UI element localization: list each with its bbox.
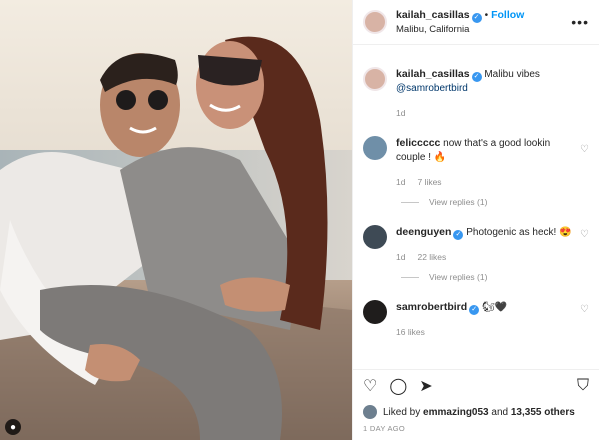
comment-username[interactable]: feliccccc	[396, 137, 440, 149]
separator-dot: •	[484, 9, 489, 21]
comment-meta: 1d 22 likes	[396, 250, 576, 264]
comment-like-heart-icon[interactable]: ♡	[580, 229, 589, 240]
comment-icon[interactable]: ◯	[389, 376, 407, 396]
instagram-post: ● kailah_casillas ✓ • Follow Malibu, Califo…	[0, 0, 599, 440]
post-time-ago[interactable]: 1 DAY AGO	[353, 422, 599, 440]
photo-illustration	[0, 0, 352, 440]
comments-list: kailah_casillas ✓ Malibu vibes @samrobert…	[353, 45, 599, 369]
comment-item: deenguyen ✓ Photogenic as heck! 😍 1d 22 li…	[363, 225, 589, 264]
caption: kailah_casillas ✓ Malibu vibes @samrobert…	[363, 67, 589, 120]
liked-by-user[interactable]: emmazing053	[423, 407, 489, 418]
comment-body: deenguyen ✓ Photogenic as heck! 😍 1d 22 li…	[396, 225, 576, 264]
comment-likes[interactable]: 16 likes	[396, 327, 425, 337]
caption-username[interactable]: kailah_casillas	[396, 68, 470, 80]
like-heart-icon[interactable]: ♡	[363, 376, 377, 396]
caption-body: kailah_casillas ✓ Malibu vibes @samrobert…	[396, 67, 576, 120]
liked-by-prefix: Liked by	[383, 406, 421, 418]
caption-mention[interactable]: @samrobertbird	[396, 83, 468, 94]
share-icon[interactable]: ➤	[419, 376, 432, 396]
comment-item: feliccccc now that's a good lookin coupl…	[363, 136, 589, 189]
comment-meta: 16 likes	[396, 325, 576, 339]
comment-like-heart-icon[interactable]: ♡	[580, 304, 589, 315]
comment-username[interactable]: samrobertbird	[396, 301, 467, 313]
verified-badge-icon: ✓	[453, 230, 464, 240]
comment-meta: 1d 7 likes	[396, 175, 576, 189]
comment-time[interactable]: 1d	[396, 177, 405, 187]
more-options-icon[interactable]: •••	[571, 14, 589, 30]
comment-time[interactable]: 1d	[396, 252, 405, 262]
view-replies-label: View replies (1)	[429, 197, 488, 207]
caption-text: Malibu vibes	[484, 69, 540, 80]
user-tag-icon[interactable]: ●	[5, 419, 21, 435]
verified-badge-icon: ✓	[471, 72, 482, 82]
caption-meta: 1d	[396, 106, 576, 120]
avatar[interactable]	[363, 67, 387, 91]
caption-time[interactable]: 1d	[396, 108, 405, 118]
liked-by: Liked by emmazing053 and 13,355 others	[353, 402, 599, 422]
liked-by-others[interactable]: 13,355 others	[511, 407, 575, 418]
comment-text: Photogenic as heck! 😍	[466, 227, 572, 238]
comment-likes[interactable]: 22 likes	[417, 252, 446, 262]
verified-badge-icon: ✓	[469, 305, 480, 315]
post-photo[interactable]: ●	[0, 0, 352, 440]
replies-line	[401, 201, 419, 203]
avatar[interactable]	[363, 300, 387, 324]
comment-body: feliccccc now that's a good lookin coupl…	[396, 136, 576, 189]
view-replies-button[interactable]: View replies (1)	[401, 272, 589, 282]
avatar[interactable]	[363, 10, 387, 34]
replies-line	[401, 276, 419, 278]
action-bar: ♡ ◯ ➤ ⛉	[353, 369, 599, 402]
comment-likes[interactable]: 7 likes	[417, 177, 441, 187]
post-header: kailah_casillas ✓ • Follow Malibu, Californ…	[353, 0, 599, 45]
avatar[interactable]	[363, 225, 387, 249]
follow-button[interactable]: Follow	[491, 9, 524, 21]
comment-username[interactable]: deenguyen	[396, 226, 451, 238]
comment-item: samrobertbird ✓ 🐿🖤 16 likes ♡	[363, 300, 589, 339]
header-info: kailah_casillas ✓ • Follow Malibu, Californ…	[396, 9, 524, 36]
verified-badge-icon: ✓	[471, 12, 482, 23]
location-link[interactable]: Malibu, California	[396, 23, 524, 36]
view-replies-label: View replies (1)	[429, 272, 488, 282]
post-sidebar: kailah_casillas ✓ • Follow Malibu, Californ…	[352, 0, 599, 440]
bookmark-icon[interactable]: ⛉	[577, 377, 589, 395]
comment-like-heart-icon[interactable]: ♡	[580, 144, 589, 155]
view-replies-button[interactable]: View replies (1)	[401, 197, 589, 207]
comment-body: samrobertbird ✓ 🐿🖤 16 likes	[396, 300, 576, 339]
avatar[interactable]	[363, 136, 387, 160]
avatar[interactable]	[363, 405, 377, 419]
header-username[interactable]: kailah_casillas	[396, 9, 470, 21]
liked-by-middle: and	[491, 406, 509, 418]
comment-text: 🐿🖤	[481, 302, 508, 313]
